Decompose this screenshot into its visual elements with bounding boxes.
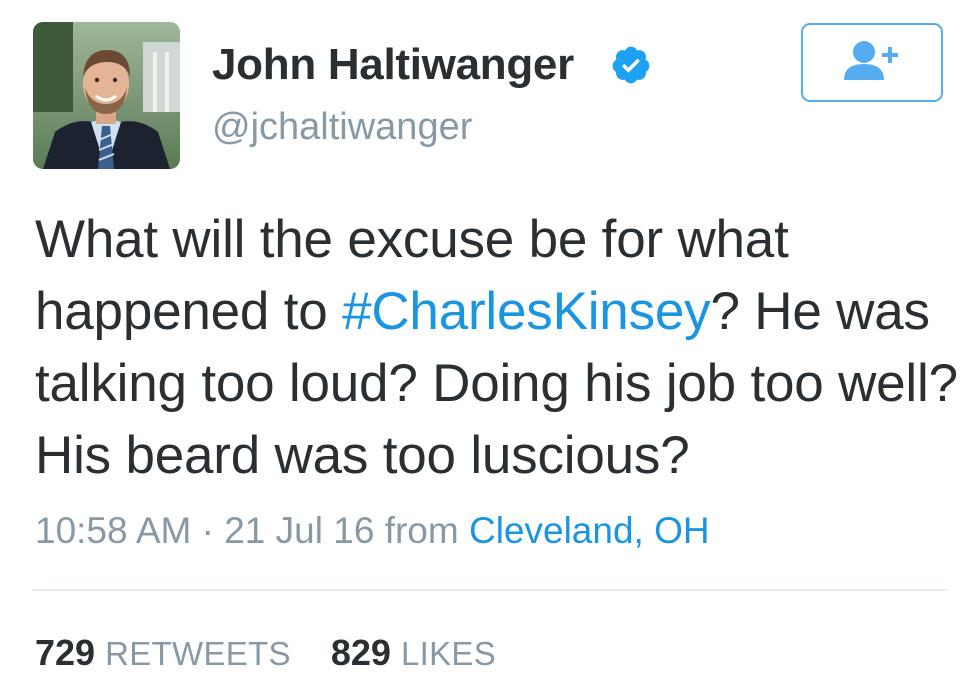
likes-stat[interactable]: 829 LIKES [331, 632, 496, 674]
user-handle[interactable]: @jchaltiwanger [212, 106, 472, 149]
from-label: from [384, 510, 459, 551]
tweet-stats: 729 RETWEETS 829 LIKES [35, 632, 496, 674]
retweets-label: RETWEETS [105, 635, 291, 672]
divider [33, 589, 947, 591]
retweets-stat[interactable]: 729 RETWEETS [35, 632, 291, 674]
tweet-date[interactable]: 21 Jul 16 [224, 510, 374, 551]
tweet-card: John Haltiwanger @jchaltiwanger What wil… [0, 0, 980, 697]
location-link[interactable]: Cleveland, OH [469, 510, 710, 551]
likes-label: LIKES [400, 635, 497, 672]
display-name[interactable]: John Haltiwanger [212, 40, 574, 90]
tweet-metadata: 10:58 AM · 21 Jul 16 from Cleveland, OH [35, 510, 710, 552]
likes-count: 829 [330, 632, 391, 673]
retweets-count: 729 [35, 632, 96, 673]
tweet-text: What will the excuse be for what happene… [35, 204, 965, 492]
hashtag-link[interactable]: #CharlesKinsey [342, 282, 711, 341]
follow-button[interactable] [801, 23, 943, 102]
verified-badge-icon [610, 44, 652, 86]
tweet-time[interactable]: 10:58 AM [35, 510, 191, 551]
meta-separator: · [191, 510, 225, 551]
follow-user-plus-icon [840, 38, 904, 87]
profile-photo [33, 22, 180, 169]
avatar[interactable] [33, 22, 180, 169]
